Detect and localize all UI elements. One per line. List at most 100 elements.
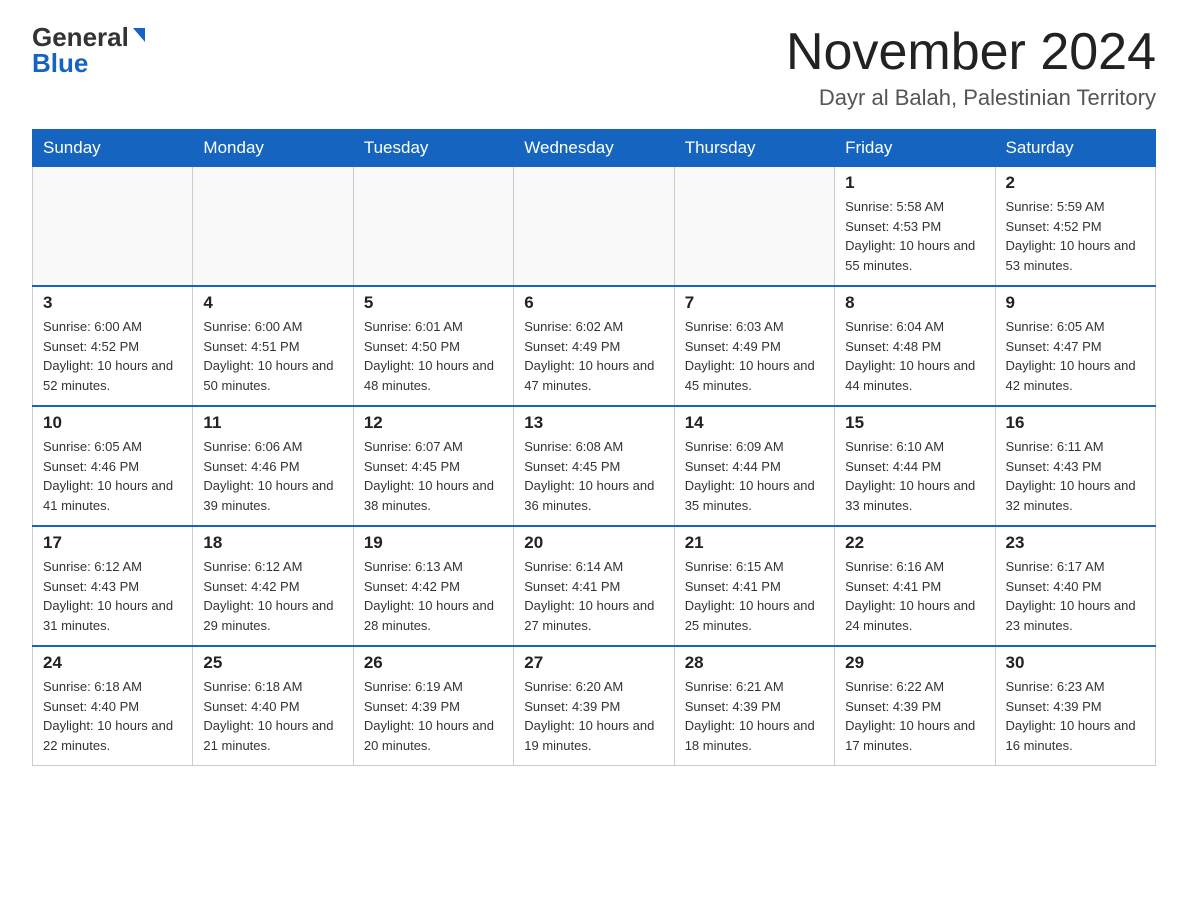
logo-triangle-icon [133,28,145,42]
calendar-cell: 15 Sunrise: 6:10 AM Sunset: 4:44 PM Dayli… [835,406,995,526]
day-number: 8 [845,293,984,313]
day-info: Sunrise: 6:11 AM Sunset: 4:43 PM Dayligh… [1006,437,1145,515]
calendar-cell: 16 Sunrise: 6:11 AM Sunset: 4:43 PM Dayli… [995,406,1155,526]
day-number: 2 [1006,173,1145,193]
calendar-cell: 13Sunrise: 6:08 AM Sunset: 4:45 PM Dayli… [514,406,674,526]
day-number: 22 [845,533,984,553]
calendar-cell: 17 Sunrise: 6:12 AM Sunset: 4:43 PM Dayli… [33,526,193,646]
day-info: Sunrise: 6:10 AM Sunset: 4:44 PM Dayligh… [845,437,984,515]
day-info: Sunrise: 6:06 AM Sunset: 4:46 PM Dayligh… [203,437,342,515]
calendar-cell: 12 Sunrise: 6:07 AM Sunset: 4:45 PM Dayli… [353,406,513,526]
day-info: Sunrise: 6:13 AM Sunset: 4:42 PM Dayligh… [364,557,503,635]
calendar-cell: 24 Sunrise: 6:18 AM Sunset: 4:40 PM Dayli… [33,646,193,766]
day-info: Sunrise: 6:14 AM Sunset: 4:41 PM Dayligh… [524,557,663,635]
calendar-cell: 19 Sunrise: 6:13 AM Sunset: 4:42 PM Dayli… [353,526,513,646]
calendar-cell: 7 Sunrise: 6:03 AM Sunset: 4:49 PM Daylig… [674,286,834,406]
day-info: Sunrise: 6:05 AM Sunset: 4:46 PM Dayligh… [43,437,182,515]
calendar-cell [674,167,834,287]
column-header-saturday: Saturday [995,130,1155,167]
day-info: Sunrise: 6:09 AM Sunset: 4:44 PM Dayligh… [685,437,824,515]
calendar-cell [193,167,353,287]
logo-blue-text: Blue [32,50,88,76]
calendar-cell: 25Sunrise: 6:18 AM Sunset: 4:40 PM Dayli… [193,646,353,766]
day-number: 16 [1006,413,1145,433]
title-area: November 2024 Dayr al Balah, Palestinian… [786,24,1156,111]
column-header-wednesday: Wednesday [514,130,674,167]
day-number: 11 [203,413,342,433]
day-info: Sunrise: 6:04 AM Sunset: 4:48 PM Dayligh… [845,317,984,395]
day-number: 19 [364,533,503,553]
calendar-cell: 20 Sunrise: 6:14 AM Sunset: 4:41 PM Dayli… [514,526,674,646]
calendar-cell [353,167,513,287]
day-number: 21 [685,533,824,553]
calendar-cell: 2 Sunrise: 5:59 AM Sunset: 4:52 PM Daylig… [995,167,1155,287]
day-info: Sunrise: 6:01 AM Sunset: 4:50 PM Dayligh… [364,317,503,395]
day-number: 25 [203,653,342,673]
day-number: 12 [364,413,503,433]
calendar-cell: 9 Sunrise: 6:05 AM Sunset: 4:47 PM Daylig… [995,286,1155,406]
calendar-cell: 18 Sunrise: 6:12 AM Sunset: 4:42 PM Dayli… [193,526,353,646]
day-info: Sunrise: 6:00 AM Sunset: 4:52 PM Dayligh… [43,317,182,395]
day-info: Sunrise: 5:58 AM Sunset: 4:53 PM Dayligh… [845,197,984,275]
day-number: 3 [43,293,182,313]
day-info: Sunrise: 6:07 AM Sunset: 4:45 PM Dayligh… [364,437,503,515]
day-number: 10 [43,413,182,433]
day-info: Sunrise: 6:23 AM Sunset: 4:39 PM Dayligh… [1006,677,1145,755]
day-number: 7 [685,293,824,313]
day-number: 18 [203,533,342,553]
day-number: 24 [43,653,182,673]
day-number: 15 [845,413,984,433]
calendar-cell: 4 Sunrise: 6:00 AM Sunset: 4:51 PM Daylig… [193,286,353,406]
day-number: 28 [685,653,824,673]
day-number: 4 [203,293,342,313]
calendar-cell: 23 Sunrise: 6:17 AM Sunset: 4:40 PM Dayli… [995,526,1155,646]
day-number: 29 [845,653,984,673]
logo-general-text: General [32,24,129,50]
day-info: Sunrise: 5:59 AM Sunset: 4:52 PM Dayligh… [1006,197,1145,275]
column-header-friday: Friday [835,130,995,167]
day-info: Sunrise: 6:17 AM Sunset: 4:40 PM Dayligh… [1006,557,1145,635]
day-info: Sunrise: 6:15 AM Sunset: 4:41 PM Dayligh… [685,557,824,635]
day-info: Sunrise: 6:21 AM Sunset: 4:39 PM Dayligh… [685,677,824,755]
day-info: Sunrise: 6:20 AM Sunset: 4:39 PM Dayligh… [524,677,663,755]
calendar-cell: 11 Sunrise: 6:06 AM Sunset: 4:46 PM Dayli… [193,406,353,526]
calendar-cell: 10 Sunrise: 6:05 AM Sunset: 4:46 PM Dayli… [33,406,193,526]
calendar-cell: 29 Sunrise: 6:22 AM Sunset: 4:39 PM Dayli… [835,646,995,766]
day-info: Sunrise: 6:16 AM Sunset: 4:41 PM Dayligh… [845,557,984,635]
calendar-subtitle: Dayr al Balah, Palestinian Territory [786,85,1156,111]
calendar-cell [33,167,193,287]
calendar-cell: 1 Sunrise: 5:58 AM Sunset: 4:53 PM Daylig… [835,167,995,287]
day-info: Sunrise: 6:03 AM Sunset: 4:49 PM Dayligh… [685,317,824,395]
day-number: 17 [43,533,182,553]
day-info: Sunrise: 6:12 AM Sunset: 4:43 PM Dayligh… [43,557,182,635]
day-info: Sunrise: 6:18 AM Sunset: 4:40 PM Dayligh… [43,677,182,755]
calendar-cell: 6Sunrise: 6:02 AM Sunset: 4:49 PM Daylig… [514,286,674,406]
calendar-title: November 2024 [786,24,1156,81]
day-number: 20 [524,533,663,553]
day-info: Sunrise: 6:22 AM Sunset: 4:39 PM Dayligh… [845,677,984,755]
calendar-cell: 26Sunrise: 6:19 AM Sunset: 4:39 PM Dayli… [353,646,513,766]
day-info: Sunrise: 6:02 AM Sunset: 4:49 PM Dayligh… [524,317,663,395]
day-number: 9 [1006,293,1145,313]
calendar-table: SundayMondayTuesdayWednesdayThursdayFrid… [32,129,1156,766]
calendar-cell: 30 Sunrise: 6:23 AM Sunset: 4:39 PM Dayli… [995,646,1155,766]
day-number: 26 [364,653,503,673]
day-number: 5 [364,293,503,313]
day-number: 14 [685,413,824,433]
calendar-cell: 8 Sunrise: 6:04 AM Sunset: 4:48 PM Daylig… [835,286,995,406]
logo: General Blue [32,24,145,76]
calendar-cell [514,167,674,287]
calendar-cell: 28 Sunrise: 6:21 AM Sunset: 4:39 PM Dayli… [674,646,834,766]
column-header-sunday: Sunday [33,130,193,167]
day-info: Sunrise: 6:12 AM Sunset: 4:42 PM Dayligh… [203,557,342,635]
calendar-cell: 3 Sunrise: 6:00 AM Sunset: 4:52 PM Daylig… [33,286,193,406]
calendar-cell: 27 Sunrise: 6:20 AM Sunset: 4:39 PM Dayli… [514,646,674,766]
day-number: 30 [1006,653,1145,673]
day-number: 1 [845,173,984,193]
day-number: 23 [1006,533,1145,553]
day-info: Sunrise: 6:05 AM Sunset: 4:47 PM Dayligh… [1006,317,1145,395]
day-info: Sunrise: 6:00 AM Sunset: 4:51 PM Dayligh… [203,317,342,395]
day-number: 27 [524,653,663,673]
calendar-cell: 21 Sunrise: 6:15 AM Sunset: 4:41 PM Dayli… [674,526,834,646]
column-header-thursday: Thursday [674,130,834,167]
